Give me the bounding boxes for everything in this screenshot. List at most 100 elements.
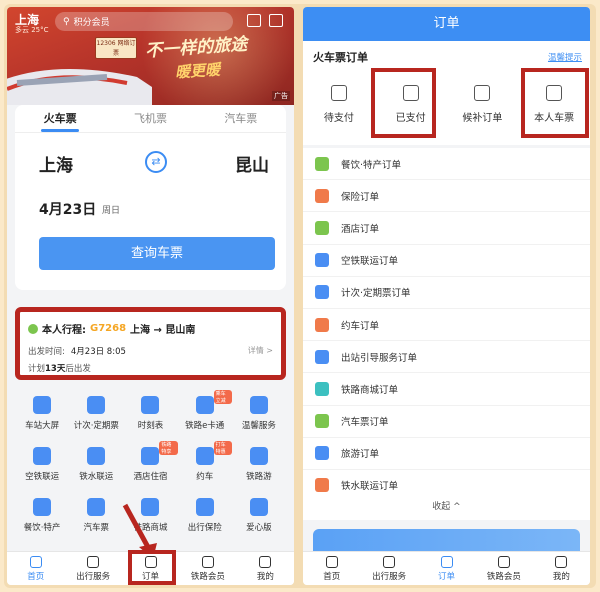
service-item[interactable]: 汽车票 [69,492,123,543]
service-item[interactable]: 约车 打车特惠 [178,441,232,492]
tabbar-travel[interactable]: 出行服务 [64,552,121,585]
order-list-item[interactable]: 酒店订单 [303,212,590,245]
service-item[interactable]: 出行保险 [178,492,232,543]
service-item[interactable]: 计次·定期票 [69,390,123,441]
service-label: 爱心版 [246,523,272,533]
tabbar-member[interactable]: 铁路会员 [475,552,532,585]
service-icon [33,447,52,465]
order-icon [315,285,329,300]
order-list-item[interactable]: 旅游订单 [303,438,590,470]
order-list: 餐饮·特产订单保险订单 酒店订单空铁联运订单 计次·定期票订单 约车订单出站引导服务订… [303,148,590,503]
plan-days: 13天 [45,364,66,374]
tab-flight[interactable]: 飞机票 [105,105,195,132]
tabbar-home[interactable]: 首页 [7,552,64,585]
plan-prefix: 计划 [28,364,46,374]
service-item[interactable]: 铁路e卡通 乘车立减 [178,390,232,441]
banner-slogan-2: 暖更暖 [174,60,221,82]
service-label: 车站大屏 [25,421,60,431]
order-label: 空铁联运订单 [341,256,399,268]
order-list-item[interactable]: 计次·定期票订单 [303,277,590,309]
order-list-item[interactable]: 汽车票订单 [303,406,590,438]
promo-banner[interactable]: 上海 多云 25°C ⚲ 积分会员 12306 网络订票 不一样的旅途 暖更暖 … [7,7,294,105]
service-icon [249,447,268,465]
tabbar-member[interactable]: 铁路会员 [179,552,236,585]
service-item[interactable]: 铁路游 [232,441,286,492]
depart-time: 出发时间: 4月23日 8:05 [28,345,126,357]
order-list-item[interactable]: 餐饮·特产订单 [303,148,590,181]
from-station[interactable]: 上海 [39,151,73,176]
ticket-search-card: 火车票 飞机票 汽车票 上海 ⇄ 昆山 4月23日 周日 查询车票 [15,105,286,290]
service-item[interactable]: 温馨服务 [232,390,286,441]
service-label: 温馨服务 [241,421,276,431]
order-label: 约车订单 [341,320,380,332]
service-icon [87,498,106,516]
order-list-item[interactable]: 出站引导服务订单 [303,341,590,374]
message-icon[interactable] [269,14,283,27]
tabbar-travel-label: 出行服务 [372,571,407,582]
scan-icon[interactable] [247,14,261,27]
collapse-toggle[interactable]: 收起 ^ [303,494,590,520]
order-list-item[interactable]: 铁路商城订单 [303,373,590,406]
route-selector: 上海 ⇄ 昆山 [39,151,269,181]
order-list-item[interactable]: 空铁联运订单 [303,245,590,277]
kind-unpaid[interactable]: 待支付 [303,73,375,139]
service-icon [249,498,268,516]
tabbar-me[interactable]: 我的 [533,552,590,585]
kind-waitlist[interactable]: 候补订单 [447,73,519,139]
service-label: 计次·定期票 [73,421,119,431]
ticket-tabs: 火车票 飞机票 汽车票 [15,105,286,133]
service-item[interactable]: 爱心版 [232,492,286,543]
service-item[interactable]: 空铁联运 [15,441,69,492]
swap-icon[interactable]: ⇄ [145,151,167,173]
tabbar-me[interactable]: 我的 [237,552,294,585]
tabbar-travel[interactable]: 出行服务 [360,552,417,585]
order-label: 餐饮·特产订单 [341,159,402,171]
tabbar-home[interactable]: 首页 [303,552,360,585]
order-label: 铁路商城订单 [341,384,399,396]
page-title: 订单 [303,7,590,41]
tab-bus[interactable]: 汽车票 [196,105,286,132]
order-list-item[interactable]: 保险订单 [303,180,590,213]
to-station[interactable]: 昆山 [235,151,269,176]
order-icon [315,414,329,429]
highlight-order-tab [128,550,176,585]
service-label: 铁水联运 [79,472,114,482]
home-screen: 上海 多云 25°C ⚲ 积分会员 12306 网络订票 不一样的旅途 暖更暖 … [7,7,294,585]
tabbar-home-label: 首页 [323,571,341,582]
tab-train[interactable]: 火车票 [15,105,105,132]
detail-link[interactable]: 详情 > [248,345,273,356]
order-label: 计次·定期票订单 [341,288,411,300]
order-icon [315,446,329,461]
service-icon [141,396,160,414]
tip-link[interactable]: 温馨提示 [548,51,582,63]
service-tag: 打车特惠 [213,441,232,455]
service-label: 铁路游 [246,472,272,482]
service-item[interactable]: 餐饮·特产 [15,492,69,543]
home-icon [29,555,42,568]
kind-unpaid-label: 待支付 [323,113,354,124]
service-item[interactable]: 车站大屏 [15,390,69,441]
tabbar-orders[interactable]: 订单 [418,552,475,585]
service-item[interactable]: 酒店住宿 铁路特享 [123,441,178,492]
order-icon [315,188,329,203]
trip-header: 本人行程: G7268 上海 → 昆山南 [28,321,195,336]
service-item[interactable]: 铁水联运 [69,441,123,492]
weather-text: 多云 25°C [15,26,49,34]
tabbar-home-label: 首页 [27,571,45,582]
user-icon [259,555,272,568]
my-trip-card[interactable]: 本人行程: G7268 上海 → 昆山南 出发时间: 4月23日 8:05 详情 … [15,307,286,380]
search-input[interactable]: ⚲ 积分会员 [55,12,233,31]
order-label: 旅游订单 [341,449,380,461]
query-button[interactable]: 查询车票 [39,237,275,270]
ad-label: 广告 [272,91,290,101]
train-number: G7268 [90,323,127,334]
travel-date[interactable]: 4月23日 [39,199,96,219]
service-label: 出行保险 [187,523,222,533]
service-item[interactable]: 时刻表 [123,390,177,441]
order-list-item[interactable]: 约车订单 [303,309,590,342]
service-label: 约车 [196,472,214,482]
depart-label: 出发时间: [28,347,65,357]
order-label: 出站引导服务订单 [341,352,418,364]
home-icon [325,555,338,568]
order-icon [315,156,329,171]
